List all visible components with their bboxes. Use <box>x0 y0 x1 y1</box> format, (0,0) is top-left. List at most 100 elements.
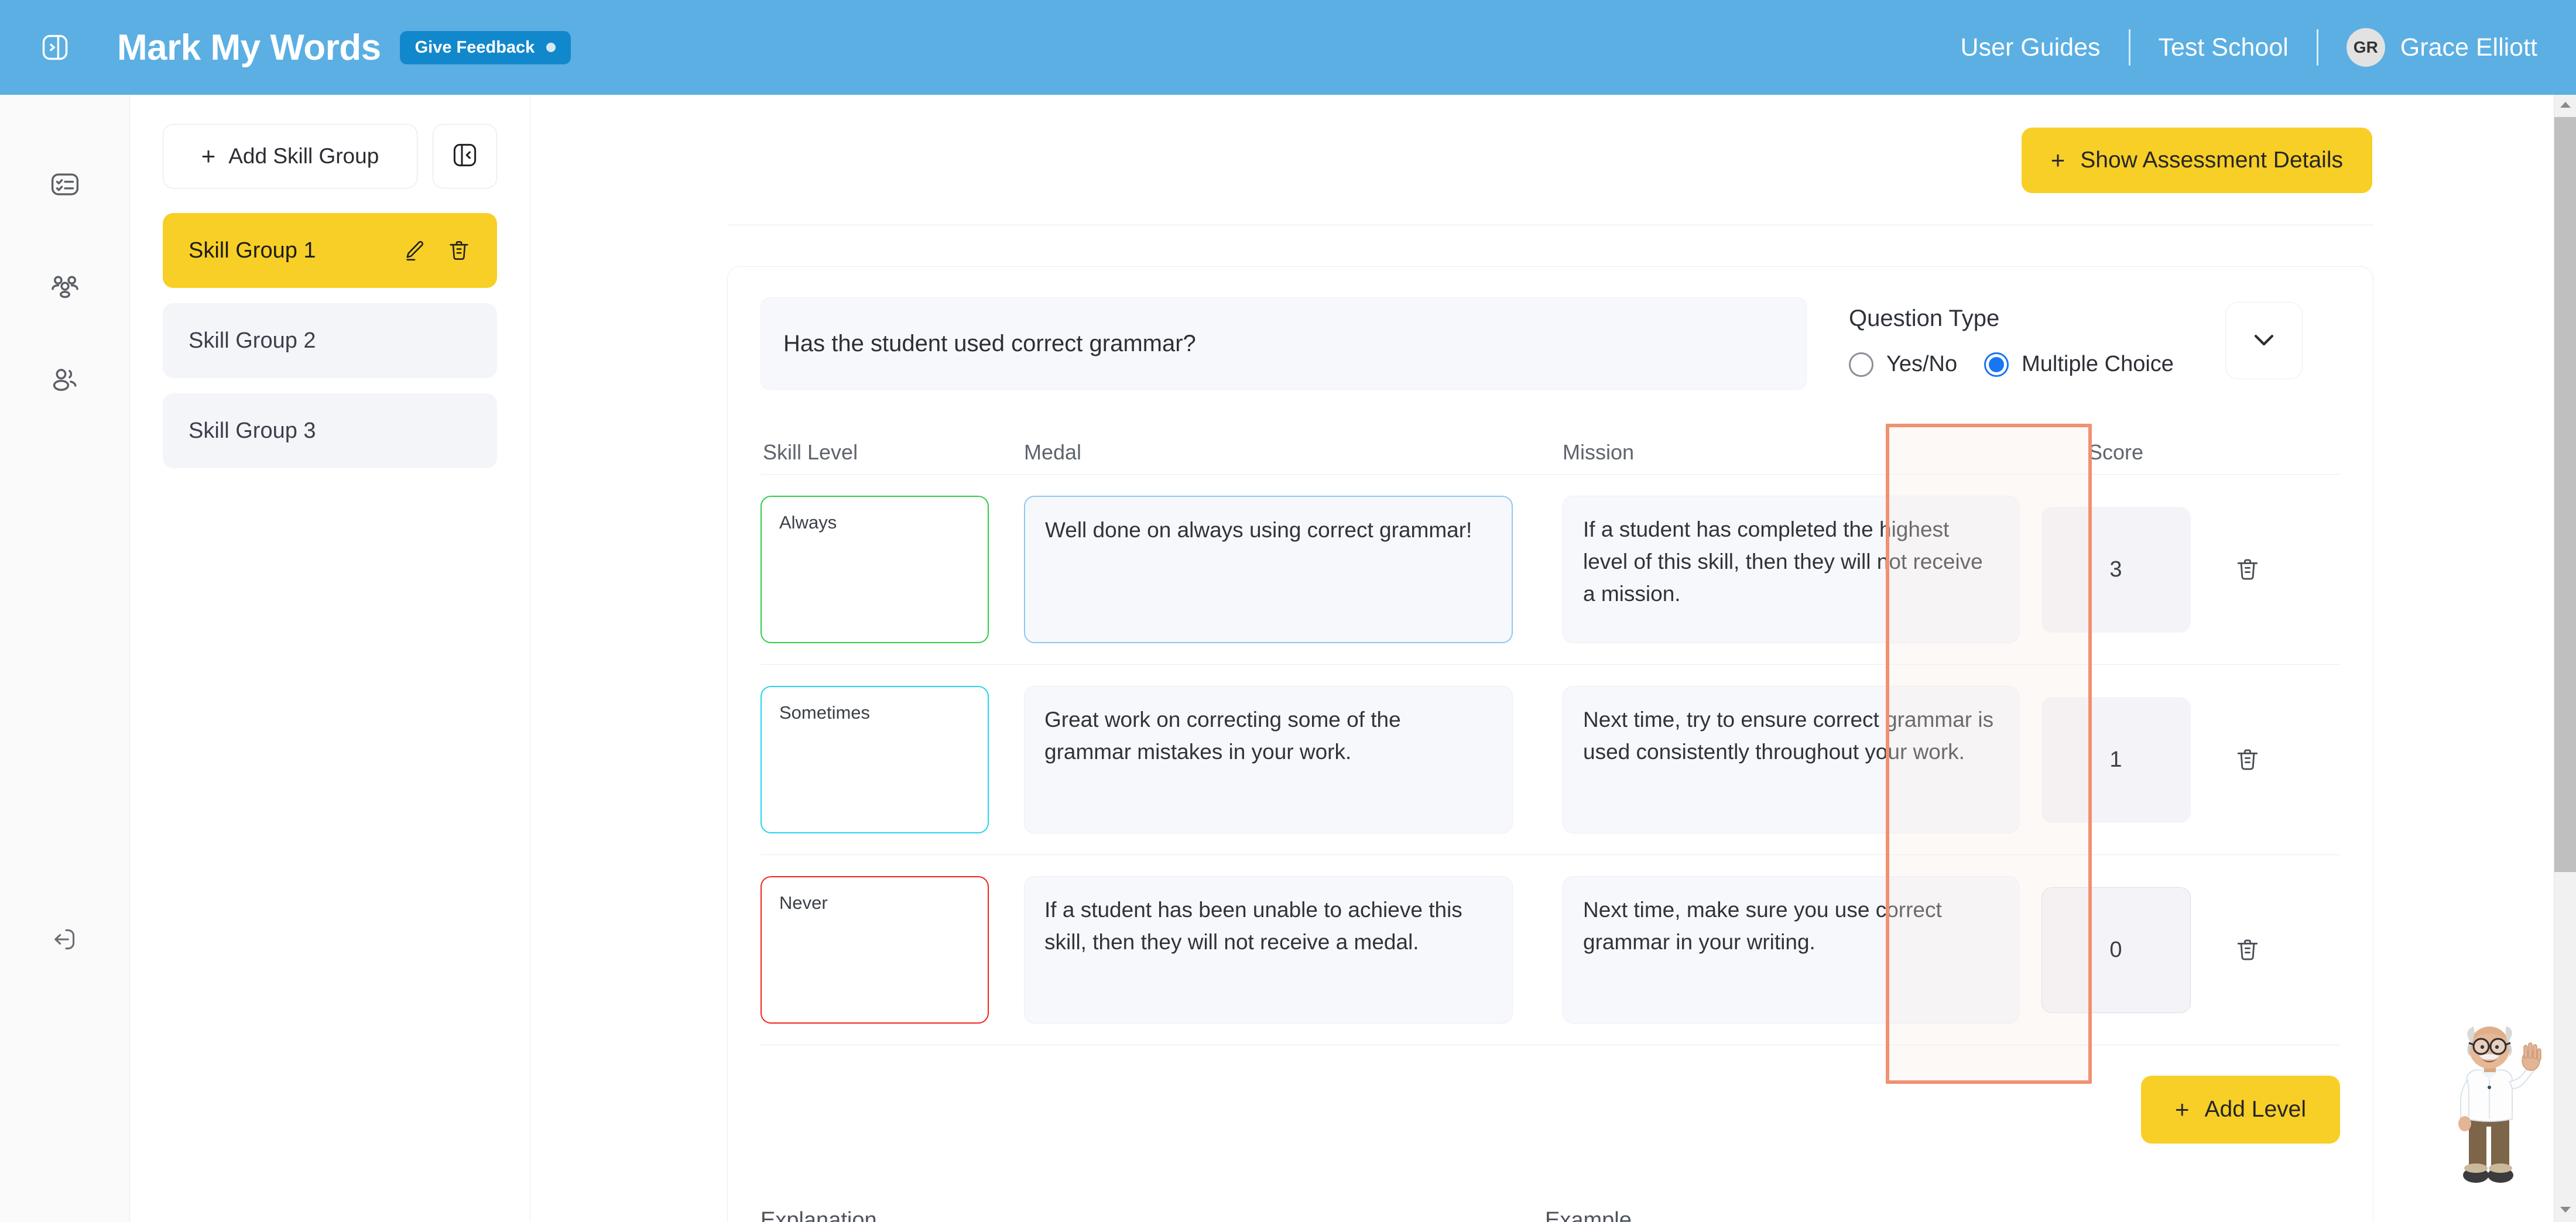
app-header: Mark My Words Give Feedback User Guides … <box>0 0 2576 95</box>
question-type-options: Yes/No Multiple Choice <box>1849 352 2188 377</box>
mission-text: If a student has completed the highest l… <box>1583 517 1983 606</box>
nav-user-guides[interactable]: User Guides <box>1933 33 2129 62</box>
add-level-label: Add Level <box>2204 1097 2306 1122</box>
add-level-button[interactable]: + Add Level <box>2141 1076 2340 1144</box>
triangle-up-icon <box>2560 101 2571 112</box>
medal-input[interactable]: Well done on always using correct gramma… <box>1024 496 1513 643</box>
logout-icon <box>50 925 80 957</box>
avatar: GR <box>2346 28 2385 67</box>
column-header-skill-level: Skill Level <box>763 440 858 464</box>
chevron-down-icon <box>2248 323 2280 359</box>
cell-delete <box>2212 876 2283 1024</box>
checklist-icon <box>49 169 81 203</box>
skill-group-panel: + Add Skill Group Skill Group 1 Skill Gr… <box>130 95 530 1222</box>
score-input[interactable]: 1 <box>2041 696 2191 823</box>
radio-multiple-choice-label: Multiple Choice <box>2022 352 2174 376</box>
logout-button[interactable] <box>0 908 130 973</box>
cell-medal: Well done on always using correct gramma… <box>1024 496 1522 643</box>
cell-delete <box>2212 686 2283 833</box>
medal-text: Great work on correcting some of the gra… <box>1044 708 1401 764</box>
header-left-group: Mark My Words Give Feedback <box>0 27 571 68</box>
show-assessment-details-button[interactable]: + Show Assessment Details <box>2021 128 2372 193</box>
score-input[interactable]: 3 <box>2041 506 2191 633</box>
example-group: Example <box>1545 1208 2324 1222</box>
cell-score: 3 <box>2019 496 2212 643</box>
table-row: Never If a student has been unable to ac… <box>761 854 2340 1045</box>
cell-mission: Next time, try to ensure correct grammar… <box>1522 686 2019 833</box>
show-assessment-details-label: Show Assessment Details <box>2080 147 2343 173</box>
main-content: + Show Assessment Details Has the studen… <box>530 95 2427 1222</box>
radio-multiple-choice[interactable] <box>1984 352 2009 377</box>
skill-group-item-2[interactable]: Skill Group 2 <box>163 303 497 378</box>
panel-expand-icon[interactable] <box>35 28 75 67</box>
example-label: Example <box>1545 1208 1632 1222</box>
user-menu[interactable]: GR Grace Elliott <box>2318 28 2537 67</box>
medal-input[interactable]: Great work on correcting some of the gra… <box>1024 686 1513 833</box>
explanation-example-row: Explanation Example <box>761 1208 2340 1222</box>
question-card: Has the student used correct grammar? Qu… <box>727 266 2373 1222</box>
radio-yes-no[interactable] <box>1849 352 1873 377</box>
table-header-row: Skill Level Medal Mission Score <box>761 431 2340 474</box>
question-row: Has the student used correct grammar? Qu… <box>761 297 2340 390</box>
add-level-toolbar: + Add Level <box>761 1045 2340 1144</box>
skill-group-actions <box>402 238 471 263</box>
skill-level-input[interactable]: Always <box>761 496 989 643</box>
professor-mascot <box>2433 1018 2544 1194</box>
question-type-group: Question Type Yes/No Multiple Choice <box>1849 297 2188 377</box>
question-text-input[interactable]: Has the student used correct grammar? <box>761 297 1807 390</box>
sidebar-item-students[interactable] <box>0 349 130 414</box>
nav-test-school[interactable]: Test School <box>2130 33 2317 62</box>
trash-icon[interactable] <box>2234 556 2261 583</box>
cell-skill-level: Sometimes <box>761 686 1024 833</box>
mission-input[interactable]: Next time, make sure you use correct gra… <box>1563 876 2019 1024</box>
table-row: Sometimes Great work on correcting some … <box>761 664 2340 854</box>
plus-icon: + <box>2050 146 2065 174</box>
triangle-down-icon <box>2560 1206 2571 1217</box>
skill-level-text: Always <box>779 512 837 533</box>
scroll-down-button[interactable] <box>2554 1200 2576 1222</box>
skill-group-item-1[interactable]: Skill Group 1 <box>163 213 497 288</box>
cell-delete <box>2212 496 2283 643</box>
question-type-label: Question Type <box>1849 306 2000 331</box>
page-scrollbar[interactable] <box>2554 95 2576 1222</box>
skill-level-input[interactable]: Sometimes <box>761 686 989 833</box>
app-title: Mark My Words <box>117 27 381 68</box>
panel-collapse-button[interactable] <box>433 124 497 188</box>
feedback-status-dot <box>546 43 556 52</box>
medal-text: If a student has been unable to achieve … <box>1044 898 1462 954</box>
show-details-toolbar: + Show Assessment Details <box>530 95 2427 193</box>
skill-group-list: Skill Group 1 Skill Group 2 Skill Group … <box>163 213 497 468</box>
medal-text: Well done on always using correct gramma… <box>1045 518 1472 542</box>
panel-collapse-icon <box>451 141 479 172</box>
scrollbar-thumb[interactable] <box>2554 117 2576 872</box>
trash-icon[interactable] <box>2234 746 2261 773</box>
add-skill-group-button[interactable]: + Add Skill Group <box>163 124 417 188</box>
skill-group-label: Skill Group 3 <box>189 418 316 443</box>
give-feedback-button[interactable]: Give Feedback <box>399 30 571 64</box>
cell-score: 0 <box>2019 876 2212 1024</box>
mission-input[interactable]: Next time, try to ensure correct grammar… <box>1563 686 2019 833</box>
skill-level-input[interactable]: Never <box>761 876 989 1024</box>
trash-icon[interactable] <box>447 238 471 263</box>
pencil-icon[interactable] <box>402 238 427 263</box>
cell-mission: If a student has completed the highest l… <box>1522 496 2019 643</box>
cell-skill-level: Never <box>761 876 1024 1024</box>
skill-panel-toolbar: + Add Skill Group <box>163 124 497 188</box>
user-name: Grace Elliott <box>2400 33 2537 61</box>
column-header-score: Score <box>2088 440 2144 464</box>
skill-group-item-3[interactable]: Skill Group 3 <box>163 393 497 468</box>
score-input[interactable]: 0 <box>2041 887 2191 1013</box>
sidebar-item-assessments[interactable] <box>0 153 130 218</box>
cell-mission: Next time, make sure you use correct gra… <box>1522 876 2019 1024</box>
question-text: Has the student used correct grammar? <box>783 330 1196 356</box>
question-expand-button[interactable] <box>2225 302 2303 379</box>
trash-icon[interactable] <box>2234 936 2261 963</box>
table-row: Always Well done on always using correct… <box>761 474 2340 664</box>
sidebar-item-classes[interactable] <box>0 256 130 320</box>
plus-icon: + <box>201 142 216 170</box>
cell-skill-level: Always <box>761 496 1024 643</box>
icon-rail <box>0 95 130 1222</box>
medal-input[interactable]: If a student has been unable to achieve … <box>1024 876 1513 1024</box>
mission-input[interactable]: If a student has completed the highest l… <box>1563 496 2019 643</box>
scroll-up-button[interactable] <box>2554 95 2576 117</box>
